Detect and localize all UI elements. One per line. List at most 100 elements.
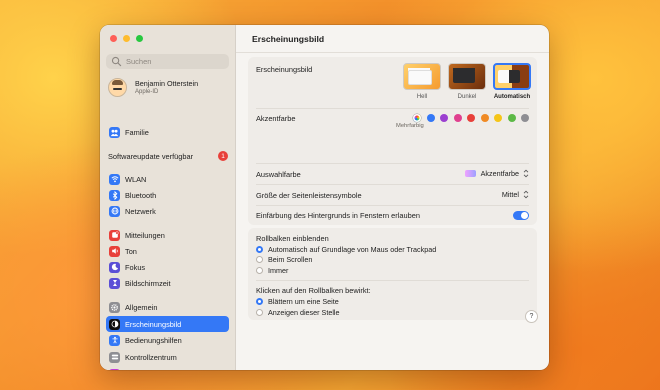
bluetooth-icon	[109, 189, 120, 201]
sidebar-item-family[interactable]: Familie	[106, 124, 229, 140]
appearance-label: Erscheinungsbild	[256, 65, 313, 74]
minimize-button[interactable]	[123, 35, 130, 42]
highlight-color-dropdown[interactable]: Akzentfarbe	[464, 169, 529, 178]
software-update-label: Softwareupdate verfügbar	[108, 151, 194, 161]
search-input[interactable]: Suchen	[106, 54, 229, 69]
control-center-icon	[109, 351, 120, 363]
radio-label: Immer	[268, 266, 289, 275]
window-controls	[110, 35, 143, 42]
content-pane: Erscheinungsbild Erscheinungsbild Hell D…	[236, 25, 549, 370]
appearance-option-auto[interactable]: Automatisch	[493, 63, 531, 100]
sidebar-icon-size-label: Größe der Seitenleistensymbole	[256, 191, 362, 200]
zoom-button[interactable]	[136, 35, 143, 42]
update-count-badge: 1	[218, 151, 228, 161]
accent-swatch-3[interactable]	[467, 114, 475, 122]
appearance-option-label: Dunkel	[457, 94, 477, 100]
row-divider	[256, 163, 529, 164]
highlight-color-value: Akzentfarbe	[480, 169, 519, 178]
accent-swatch-2[interactable]	[453, 114, 462, 122]
radio-label: Beim Scrollen	[268, 255, 313, 264]
accent-swatch-7[interactable]	[521, 114, 529, 122]
radio-scroll-always[interactable]: Immer	[256, 266, 288, 275]
appearance-option-dark[interactable]: Dunkel	[448, 63, 486, 100]
sidebar-item-label: Siri & Spotlight	[125, 370, 173, 371]
close-button[interactable]	[110, 35, 117, 42]
sidebar-item-bedienungshilfen[interactable]: Bedienungshilfen	[106, 332, 229, 348]
radio-button	[256, 256, 263, 263]
scrollbar-group: Rollbalken einblenden Automatisch auf Gr…	[248, 228, 537, 320]
radio-label: Automatisch auf Grundlage von Maus oder …	[268, 245, 437, 254]
highlight-swatch	[464, 170, 476, 177]
sidebar-item-wlan[interactable]: WLAN	[106, 171, 229, 187]
row-divider	[256, 280, 529, 281]
hourglass-icon	[109, 277, 120, 289]
accent-swatch-4[interactable]	[480, 114, 489, 122]
radio-scroll-auto[interactable]: Automatisch auf Grundlage von Maus oder …	[256, 245, 436, 254]
radio-scroll-when-scrolling[interactable]: Beim Scrollen	[256, 255, 312, 264]
sidebar-item-label: Familie	[125, 127, 149, 137]
row-divider	[256, 205, 529, 206]
accent-swatch-5[interactable]	[494, 114, 502, 122]
sidebar-item-fokus[interactable]: Fokus	[106, 259, 229, 275]
radio-label: Anzeigen dieser Stelle	[268, 308, 340, 317]
radio-button	[256, 309, 263, 316]
radio-jump-next-page[interactable]: Blättern um eine Seite	[256, 297, 339, 306]
accent-swatch-multicolor[interactable]	[413, 114, 421, 122]
avatar	[108, 78, 127, 97]
accent-swatch-0[interactable]	[426, 114, 435, 122]
sidebar-item-label: WLAN	[125, 174, 147, 184]
sidebar-item-ton[interactable]: Ton	[106, 243, 229, 259]
gear-icon	[109, 301, 120, 313]
accent-color-label: Akzentfarbe	[256, 114, 296, 123]
sidebar-item-bildschirmzeit[interactable]: Bildschirmzeit	[106, 275, 229, 291]
dark-preview	[448, 63, 486, 90]
sidebar-item-label: Mitteilungen	[125, 230, 165, 240]
row-divider	[256, 108, 529, 109]
sidebar-item-label: Bedienungshilfen	[125, 335, 182, 345]
sidebar: Suchen Benjamin Otterstein Apple-ID Fami…	[100, 25, 236, 370]
software-update-item[interactable]: Softwareupdate verfügbar 1	[108, 151, 228, 161]
wallpaper-tinting-label: Einfärbung des Hintergrunds in Fenstern …	[256, 211, 420, 220]
sidebar-item-netzwerk[interactable]: Netzwerk	[106, 203, 229, 219]
appearance-option-light[interactable]: Hell	[403, 63, 441, 100]
wifi-icon	[109, 173, 120, 185]
sidebar-item-allgemein[interactable]: Allgemein	[106, 299, 229, 315]
chevron-updown-icon	[523, 169, 529, 178]
sidebar-item-siri-spotlight[interactable]: Siri & Spotlight	[106, 366, 229, 370]
search-icon	[111, 56, 122, 67]
sidebar-item-kontrollzentrum[interactable]: Kontrollzentrum	[106, 349, 229, 365]
accent-swatch-1[interactable]	[440, 114, 448, 122]
light-preview	[403, 63, 441, 90]
sidebar-item-label: Bildschirmzeit	[125, 278, 171, 288]
sidebar-item-mitteilungen[interactable]: Mitteilungen	[106, 227, 229, 243]
sidebar-item-label: Netzwerk	[125, 206, 156, 216]
accent-color-swatches	[413, 114, 529, 122]
sidebar-item-label: Fokus	[125, 262, 146, 272]
auto-preview	[493, 63, 531, 90]
chevron-updown-icon	[523, 190, 529, 199]
moon-icon	[109, 261, 120, 273]
accent-selected-caption: Mehrfarbig	[396, 123, 424, 129]
appearance-option-label: Automatisch	[493, 94, 531, 100]
sidebar-item-bluetooth[interactable]: Bluetooth	[106, 187, 229, 203]
sidebar-item-erscheinungsbild[interactable]: Erscheinungsbild	[106, 316, 229, 332]
radio-jump-clicked-spot[interactable]: Anzeigen dieser Stelle	[256, 308, 340, 317]
appearance-options: Hell Dunkel Automatisch	[403, 63, 531, 100]
desktop: { "sidebar": { "search_placeholder": "Su…	[0, 0, 660, 390]
search-placeholder: Suchen	[126, 57, 152, 66]
radio-button	[256, 246, 263, 253]
account-name: Benjamin Otterstein	[135, 78, 199, 88]
appearance-group: Erscheinungsbild Hell Dunkel Automatisch…	[248, 57, 537, 225]
sidebar-icon-size-dropdown[interactable]: Mittel	[502, 190, 529, 199]
sidebar-item-label: Ton	[125, 246, 137, 256]
settings-window: Suchen Benjamin Otterstein Apple-ID Fami…	[100, 25, 549, 370]
apple-id-account[interactable]: Benjamin Otterstein Apple-ID	[108, 78, 198, 97]
row-divider	[256, 184, 529, 185]
accent-swatch-6[interactable]	[507, 114, 516, 122]
help-button[interactable]: ?	[525, 310, 538, 323]
wallpaper-tinting-toggle[interactable]	[513, 211, 529, 220]
title-divider	[236, 52, 549, 53]
bell-icon	[109, 229, 120, 241]
speaker-icon	[109, 245, 120, 257]
sidebar-item-label: Kontrollzentrum	[125, 352, 177, 362]
